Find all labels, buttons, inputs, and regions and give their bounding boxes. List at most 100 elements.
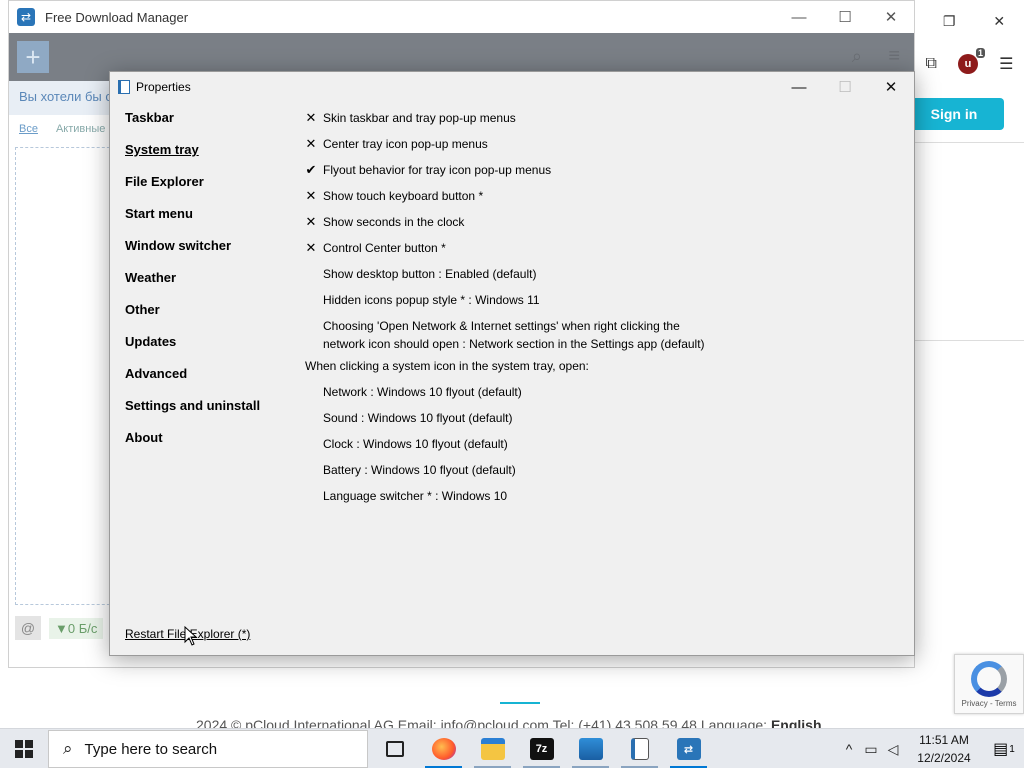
hamburger-menu-icon[interactable]: ☰ xyxy=(999,54,1013,74)
option-label: Network : Windows 10 flyout (default) xyxy=(323,385,522,399)
option-label: Show touch keyboard button * xyxy=(323,189,484,203)
nav-item-settings-and-uninstall[interactable]: Settings and uninstall xyxy=(125,397,295,429)
minimize-icon[interactable]: — xyxy=(776,1,822,33)
search-icon[interactable]: ⌕ xyxy=(852,46,862,67)
fdm-window-controls: — ☐ ✕ xyxy=(776,1,914,33)
taskbar-app-photos[interactable] xyxy=(566,729,615,768)
chevron-up-icon[interactable]: ^ xyxy=(838,741,860,757)
option-center-menus[interactable]: ✕ Center tray icon pop-up menus xyxy=(305,131,905,157)
notification-center-button[interactable]: ▤ 1 xyxy=(984,739,1024,759)
nav-item-window-switcher[interactable]: Window switcher xyxy=(125,237,295,269)
footer-contact: 2024 © pCloud International AG Email: in… xyxy=(196,717,768,728)
divider xyxy=(915,142,1024,143)
clock-date: 12/2/2024 xyxy=(917,751,971,765)
unchecked-icon: ✕ xyxy=(305,188,317,203)
nav-item-advanced[interactable]: Advanced xyxy=(125,365,295,397)
option-hidden-icons-style[interactable]: Hidden icons popup style * : Windows 11 xyxy=(305,287,905,313)
properties-dialog: Properties — ☐ ✕ Taskbar System tray Fil… xyxy=(109,71,915,656)
properties-titlebar: Properties — ☐ ✕ xyxy=(110,72,914,102)
option-skin-menus[interactable]: ✕ Skin taskbar and tray pop-up menus xyxy=(305,105,905,131)
taskbar-app-fdm[interactable]: ⇄ xyxy=(664,729,713,768)
language-selector[interactable]: English xyxy=(771,717,822,728)
option-label: Sound : Windows 10 flyout (default) xyxy=(323,411,513,425)
taskbar: ⌕ Type here to search 7z ⇄ ^ ▭ ◁ 11:51 A… xyxy=(0,728,1024,768)
option-label: Language switcher * : Windows 10 xyxy=(323,489,508,503)
footer-accent-line xyxy=(500,702,540,704)
nav-item-other[interactable]: Other xyxy=(125,301,295,333)
browser-toolbar: ⧉ u 1 ☰ xyxy=(915,44,1024,84)
taskbar-app-firefox[interactable] xyxy=(419,729,468,768)
option-label: Flyout behavior for tray icon pop-up men… xyxy=(323,163,552,177)
option-show-seconds[interactable]: ✕ Show seconds in the clock xyxy=(305,209,905,235)
option-network-flyout[interactable]: Network : Windows 10 flyout (default) xyxy=(305,379,905,405)
taskbar-app-task-view[interactable] xyxy=(370,729,419,768)
taskbar-app-file-explorer[interactable] xyxy=(468,729,517,768)
system-tray: ^ ▭ ◁ 11:51 AM 12/2/2024 ▤ 1 xyxy=(838,729,1024,768)
shield-icon: u xyxy=(964,58,972,70)
photos-icon xyxy=(578,738,603,760)
download-list xyxy=(15,147,115,605)
option-network-settings[interactable]: Choosing 'Open Network & Internet settin… xyxy=(305,313,905,353)
nav-item-about[interactable]: About xyxy=(125,429,295,461)
extensions-icon[interactable]: ⧉ xyxy=(926,55,937,73)
tab-active[interactable]: Активные xyxy=(56,123,105,135)
page-footer: 2024 © pCloud International AG Email: in… xyxy=(0,712,1024,728)
unchecked-icon: ✕ xyxy=(305,240,317,255)
option-touch-keyboard[interactable]: ✕ Show touch keyboard button * xyxy=(305,183,905,209)
option-sound-flyout[interactable]: Sound : Windows 10 flyout (default) xyxy=(305,405,905,431)
tab-all[interactable]: Все xyxy=(19,123,38,135)
start-button[interactable] xyxy=(0,729,48,768)
taskbar-apps: 7z ⇄ xyxy=(370,729,713,768)
snail-icon[interactable]: @ xyxy=(15,616,41,640)
divider xyxy=(915,340,1024,341)
option-flyout-behavior[interactable]: ✔ Flyout behavior for tray icon pop-up m… xyxy=(305,157,905,183)
search-icon: ⌕ xyxy=(63,739,73,758)
search-placeholder: Type here to search xyxy=(84,740,218,758)
notification-icon: ▤ xyxy=(993,741,1009,758)
recaptcha-links[interactable]: Privacy - Terms xyxy=(962,699,1017,708)
taskbar-app-properties[interactable] xyxy=(615,729,664,768)
windows-logo-icon xyxy=(15,740,33,758)
fdm-icon: ⇄ xyxy=(676,738,701,760)
add-download-button[interactable]: + xyxy=(17,41,49,73)
task-view-icon xyxy=(385,741,404,757)
nav-item-taskbar[interactable]: Taskbar xyxy=(125,109,295,141)
restore-icon[interactable]: ❐ xyxy=(943,13,956,30)
system-tray-settings: ✕ Skin taskbar and tray pop-up menus ✕ C… xyxy=(305,105,905,509)
nav-item-system-tray[interactable]: System tray xyxy=(125,141,295,173)
maximize-icon: ☐ xyxy=(838,79,852,96)
mouse-cursor-icon xyxy=(184,626,198,646)
nav-item-weather[interactable]: Weather xyxy=(125,269,295,301)
section-heading-text: When clicking a system icon in the syste… xyxy=(305,359,589,373)
taskbar-app-7zip[interactable]: 7z xyxy=(517,729,566,768)
nav-item-start-menu[interactable]: Start menu xyxy=(125,205,295,237)
volume-muted-icon[interactable]: ◁ xyxy=(882,741,904,758)
recaptcha-badge[interactable]: Privacy - Terms xyxy=(954,654,1024,714)
recaptcha-icon xyxy=(971,661,1007,697)
browser-window-controls: ❐ ✕ xyxy=(924,0,1024,42)
option-show-desktop[interactable]: Show desktop button : Enabled (default) xyxy=(305,261,905,287)
clock-time: 11:51 AM xyxy=(919,733,969,747)
minimize-icon[interactable]: — xyxy=(776,72,822,102)
fdm-statusbar: @ ▼0 Б/с xyxy=(9,613,119,643)
menu-icon[interactable]: ≡ xyxy=(888,45,900,68)
option-language-switcher[interactable]: Language switcher * : Windows 10 xyxy=(305,483,905,509)
option-clock-flyout[interactable]: Clock : Windows 10 flyout (default) xyxy=(305,431,905,457)
taskbar-search-box[interactable]: ⌕ Type here to search xyxy=(48,730,368,768)
close-icon[interactable]: ✕ xyxy=(868,72,914,102)
close-icon[interactable]: ✕ xyxy=(868,1,914,33)
ublock-extension-button[interactable]: u 1 xyxy=(958,48,986,74)
maximize-icon[interactable]: ☐ xyxy=(822,1,868,33)
nav-item-file-explorer[interactable]: File Explorer xyxy=(125,173,295,205)
folder-icon xyxy=(480,738,505,760)
nav-item-updates[interactable]: Updates xyxy=(125,333,295,365)
option-control-center[interactable]: ✕ Control Center button * xyxy=(305,235,905,261)
network-icon[interactable]: ▭ xyxy=(860,741,882,758)
clock[interactable]: 11:51 AM 12/2/2024 xyxy=(904,731,984,767)
close-icon[interactable]: ✕ xyxy=(993,13,1005,30)
option-label: Control Center button * xyxy=(323,241,446,255)
properties-icon xyxy=(630,738,649,760)
sign-in-button[interactable]: Sign in xyxy=(904,98,1004,130)
option-battery-flyout[interactable]: Battery : Windows 10 flyout (default) xyxy=(305,457,905,483)
option-label: Center tray icon pop-up menus xyxy=(323,137,488,151)
